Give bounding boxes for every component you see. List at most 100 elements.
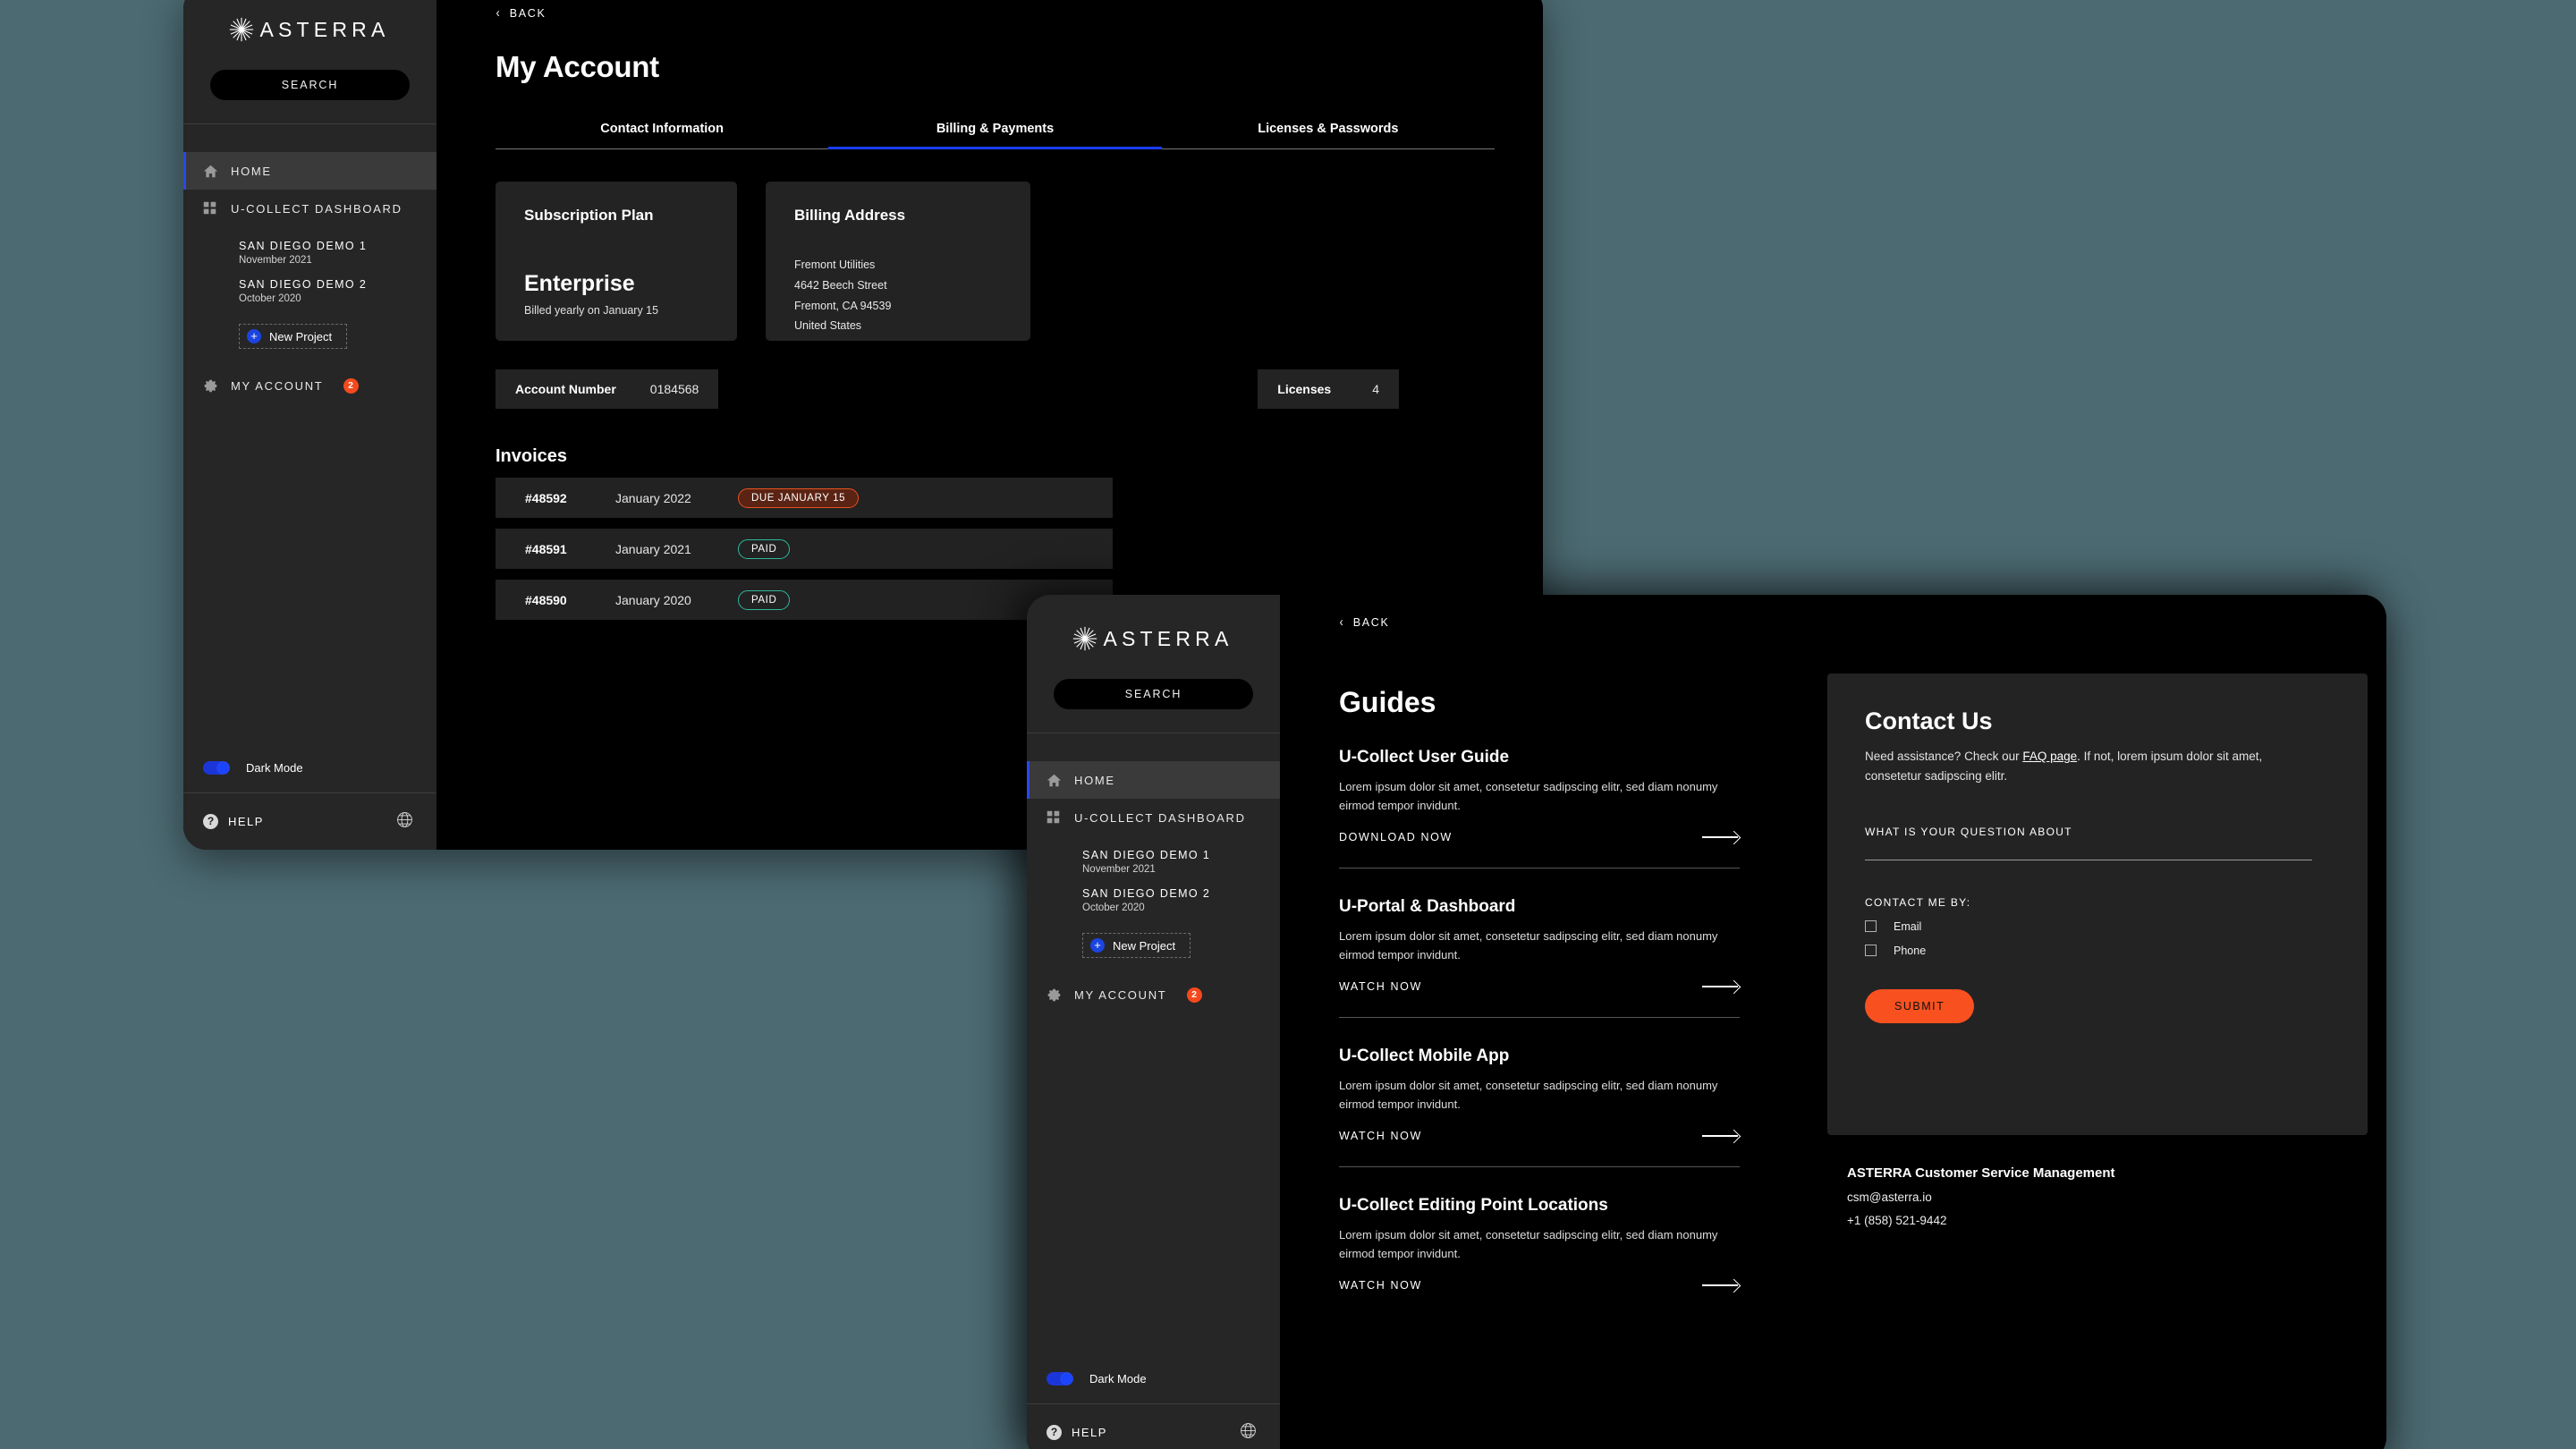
- guide-cta-button[interactable]: WATCH NOW: [1339, 980, 1740, 993]
- arrow-right-icon: [1702, 832, 1740, 843]
- new-project-wrap: + New Project: [183, 304, 436, 349]
- arrow-right-icon: [1702, 1280, 1740, 1291]
- sidebar-item-home-label: HOME: [1074, 773, 1115, 787]
- sidebar-account-window: ASTERRA SEARCH HOME U-COLLECT DASHBOARD …: [183, 0, 436, 850]
- contact-by-phone-label: Phone: [1894, 944, 1927, 957]
- project-name: SAN DIEGO DEMO 2: [1082, 887, 1211, 900]
- contact-by-label: CONTACT ME BY:: [1865, 895, 1971, 909]
- sidebar-item-ucollect-dashboard[interactable]: U-COLLECT DASHBOARD: [183, 190, 436, 227]
- new-project-label: New Project: [269, 329, 333, 343]
- home-icon: [1046, 773, 1062, 788]
- account-tabs: Contact Information Billing & Payments L…: [496, 122, 1495, 149]
- licenses-label: Licenses: [1277, 382, 1332, 396]
- guides-window: ASTERRA SEARCH HOME U-COLLECT DASHBOARD …: [1027, 595, 2386, 1449]
- sidebar-flex-spacer: [183, 404, 436, 742]
- list-item: U-Collect Editing Point Locations Lorem …: [1339, 1196, 1740, 1316]
- home-icon: [203, 164, 218, 179]
- guide-cta-button[interactable]: WATCH NOW: [1339, 1130, 1740, 1142]
- sidebar-flex-spacer: [1027, 1013, 1280, 1353]
- globe-icon[interactable]: [1240, 1422, 1257, 1444]
- contact-title: Contact Us: [1865, 708, 1993, 734]
- status-badge: PAID: [738, 589, 791, 610]
- sidebar-item-ucollect-dashboard[interactable]: U-COLLECT DASHBOARD: [1027, 799, 1280, 836]
- account-cards-row: Subscription Plan Enterprise Billed year…: [496, 182, 1489, 341]
- checkbox-icon[interactable]: [1865, 920, 1877, 933]
- contact-intro-before: Need assistance? Check our: [1865, 750, 2023, 763]
- customer-service-block: ASTERRA Customer Service Management csm@…: [1827, 1165, 2368, 1227]
- table-row[interactable]: #48592 January 2022 DUE JANUARY 15: [496, 478, 1113, 518]
- list-item: U-Portal & Dashboard Lorem ipsum dolor s…: [1339, 897, 1740, 1019]
- guide-title: U-Collect Mobile App: [1339, 1046, 1510, 1066]
- invoice-date: January 2020: [615, 592, 691, 607]
- list-item: U-Collect Mobile App Lorem ipsum dolor s…: [1339, 1046, 1740, 1168]
- globe-icon[interactable]: [396, 811, 413, 833]
- submit-button[interactable]: SUBMIT: [1865, 988, 1975, 1023]
- back-button[interactable]: ‹ BACK: [1339, 615, 1390, 629]
- guides-layout: Guides U-Collect User Guide Lorem ipsum …: [1280, 631, 2386, 1316]
- project-date: November 2021: [239, 255, 312, 266]
- arrow-right-icon: [1702, 981, 1740, 992]
- project-name: SAN DIEGO DEMO 2: [239, 278, 368, 291]
- address-line: Fremont Utilities: [794, 258, 876, 271]
- contact-by-email-label: Email: [1894, 919, 1922, 933]
- contact-by-email-option[interactable]: Email: [1865, 920, 2330, 933]
- brand-name: ASTERRA: [1103, 626, 1233, 650]
- invoices-title: Invoices: [496, 446, 568, 466]
- sidebar-spacer-top: [183, 124, 436, 152]
- project-name: SAN DIEGO DEMO 1: [239, 240, 368, 252]
- guides-column: Guides U-Collect User Guide Lorem ipsum …: [1280, 654, 1808, 1316]
- new-project-button[interactable]: + New Project: [1082, 933, 1191, 958]
- address-line: United States: [794, 319, 862, 333]
- guides-main-content: ‹ BACK Guides U-Collect User Guide Lorem…: [1280, 595, 2386, 1449]
- sidebar-project-item[interactable]: SAN DIEGO DEMO 1 November 2021: [183, 227, 436, 266]
- sidebar-item-home[interactable]: HOME: [1027, 761, 1280, 799]
- help-button[interactable]: ? HELP: [1046, 1425, 1107, 1440]
- dark-mode-label: Dark Mode: [246, 760, 303, 775]
- faq-page-link[interactable]: FAQ page: [2022, 750, 2077, 763]
- billing-address-lines: Fremont Utilities 4642 Beech Street Frem…: [794, 255, 1002, 336]
- back-button[interactable]: ‹ BACK: [496, 6, 547, 20]
- project-date: October 2020: [1082, 902, 1145, 913]
- gear-icon: [1046, 987, 1062, 1003]
- back-label: BACK: [1352, 615, 1390, 629]
- table-row[interactable]: #48591 January 2021 PAID: [496, 529, 1113, 569]
- contact-by-phone-option[interactable]: Phone: [1865, 945, 2330, 957]
- dark-mode-toggle[interactable]: Dark Mode: [1027, 1353, 1280, 1403]
- page-title: My Account: [496, 50, 659, 83]
- guide-cta-button[interactable]: WATCH NOW: [1339, 1279, 1740, 1292]
- brand-logo: ASTERRA: [1027, 625, 1280, 652]
- sidebar-brand-zone: ASTERRA SEARCH: [183, 0, 436, 123]
- sidebar-project-item[interactable]: SAN DIEGO DEMO 2 October 2020: [1027, 875, 1280, 913]
- guide-body: Lorem ipsum dolor sit amet, consetetur s…: [1339, 1228, 1718, 1261]
- question-input[interactable]: [1865, 838, 2312, 860]
- sidebar-item-home[interactable]: HOME: [183, 152, 436, 190]
- tab-billing-payments[interactable]: Billing & Payments: [828, 122, 1162, 149]
- sunburst-logo-icon: [228, 16, 255, 43]
- csm-email[interactable]: csm@asterra.io: [1847, 1191, 2368, 1204]
- checkbox-icon[interactable]: [1865, 945, 1877, 957]
- account-number-chip: Account Number 0184568: [496, 369, 719, 409]
- contact-column: Contact Us Need assistance? Check our FA…: [1808, 654, 2368, 1316]
- chevron-left-icon: ‹: [496, 5, 502, 21]
- search-input[interactable]: SEARCH: [1054, 679, 1253, 709]
- back-label: BACK: [509, 6, 547, 20]
- new-project-button[interactable]: + New Project: [239, 324, 348, 349]
- tab-licenses-passwords[interactable]: Licenses & Passwords: [1162, 122, 1495, 148]
- dark-mode-toggle[interactable]: Dark Mode: [183, 742, 436, 792]
- sidebar-item-my-account[interactable]: MY ACCOUNT 2: [1027, 976, 1280, 1013]
- help-label: HELP: [228, 815, 264, 828]
- dark-mode-label: Dark Mode: [1089, 1371, 1147, 1385]
- csm-phone[interactable]: +1 (858) 521-9442: [1847, 1214, 2368, 1227]
- toggle-switch-icon: [203, 760, 230, 775]
- sidebar-project-item[interactable]: SAN DIEGO DEMO 2 October 2020: [183, 266, 436, 304]
- sidebar-project-item[interactable]: SAN DIEGO DEMO 1 November 2021: [1027, 836, 1280, 875]
- table-row[interactable]: #48590 January 2020 PAID: [496, 580, 1113, 620]
- help-button[interactable]: ? HELP: [203, 814, 264, 829]
- search-input[interactable]: SEARCH: [210, 70, 410, 100]
- sidebar-footer: ? HELP: [183, 792, 436, 850]
- list-item: U-Collect User Guide Lorem ipsum dolor s…: [1339, 748, 1740, 869]
- guide-cta-button[interactable]: DOWNLOAD NOW: [1339, 831, 1740, 843]
- sidebar-item-my-account[interactable]: MY ACCOUNT 2: [183, 367, 436, 404]
- tab-contact-information[interactable]: Contact Information: [496, 122, 828, 148]
- account-number-value: 0184568: [649, 382, 699, 396]
